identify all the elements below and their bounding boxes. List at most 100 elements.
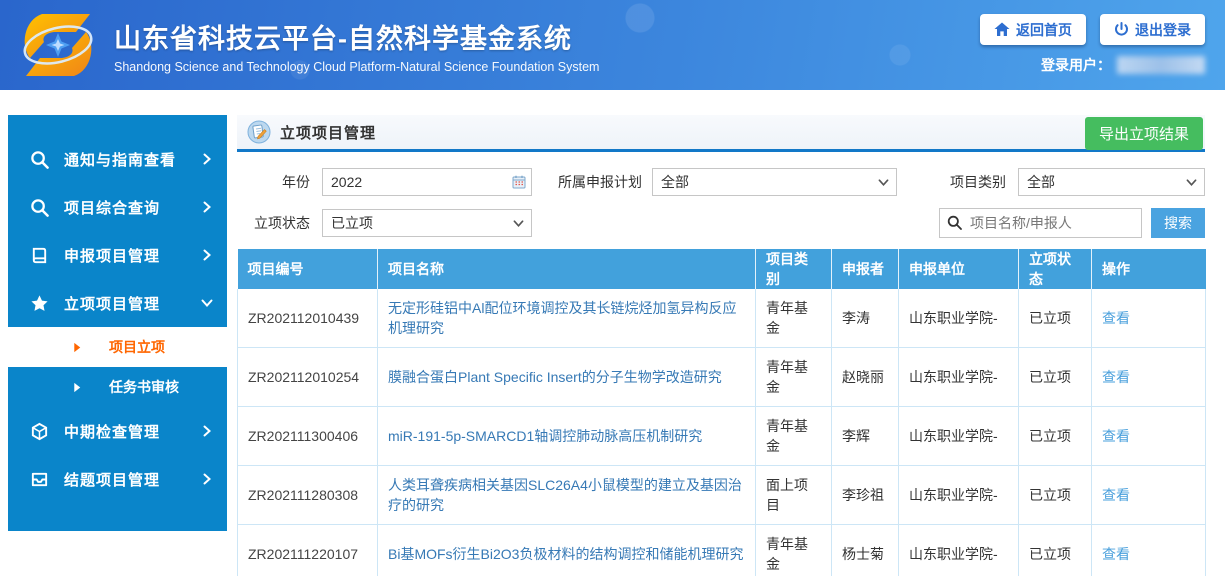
col-header-applicant: 申报者 <box>832 249 899 289</box>
content-header: 立项项目管理 导出立项结果 <box>237 115 1205 152</box>
calendar-icon[interactable] <box>512 175 526 189</box>
home-button[interactable]: 返回首页 <box>980 14 1086 45</box>
project-name-link[interactable]: 人类耳聋疾病相关基因SLC26A4小鼠模型的建立及基因治疗的研究 <box>388 477 742 513</box>
sidebar-subitem-label: 任务书审核 <box>109 377 179 397</box>
col-header-name: 项目名称 <box>378 249 756 289</box>
logout-button-label: 退出登录 <box>1135 20 1191 40</box>
project-name-link[interactable]: 膜融合蛋白Plant Specific Insert的分子生物学改造研究 <box>388 369 722 385</box>
login-user-label: 登录用户： <box>1041 55 1111 75</box>
sidebar-item-label: 结题项目管理 <box>64 469 201 490</box>
project-name-link[interactable]: 无定形硅铝中Al配位环境调控及其长链烷烃加氢异构反应机理研究 <box>388 300 736 336</box>
cell-project-code: ZR202111280308 <box>238 466 378 525</box>
logout-button[interactable]: 退出登录 <box>1100 14 1205 45</box>
chevron-right-icon <box>201 425 213 437</box>
cell-category: 面上项目 <box>756 466 832 525</box>
col-header-action: 操作 <box>1092 249 1206 289</box>
cell-status: 已立项 <box>1019 289 1092 348</box>
sidebar-item-declared-projects[interactable]: 申报项目管理 <box>8 231 227 279</box>
cell-status: 已立项 <box>1019 407 1092 466</box>
app-title: 山东省科技云平台-自然科学基金系统 <box>114 17 599 56</box>
app-subtitle: Shandong Science and Technology Cloud Pl… <box>114 60 599 74</box>
category-label: 项目类别 <box>946 172 1018 192</box>
year-input[interactable] <box>322 168 532 196</box>
search-icon <box>947 215 962 230</box>
view-link[interactable]: 查看 <box>1102 487 1130 503</box>
sidebar-item-project-query[interactable]: 项目综合查询 <box>8 183 227 231</box>
cell-unit: 山东职业学院- <box>899 289 1019 348</box>
category-select[interactable]: 全部 <box>1018 168 1205 196</box>
chevron-right-icon <box>201 153 213 165</box>
chevron-down-icon <box>201 297 213 309</box>
year-label: 年份 <box>237 172 322 192</box>
table-row: ZR202111280308 人类耳聋疾病相关基因SLC26A4小鼠模型的建立及… <box>238 466 1206 525</box>
col-header-category: 项目类别 <box>756 249 832 289</box>
sidebar-item-label: 通知与指南查看 <box>64 149 201 170</box>
home-icon <box>994 22 1010 37</box>
sidebar-item-midterm-check[interactable]: 中期检查管理 <box>8 407 227 455</box>
table-row: ZR202112010254 膜融合蛋白Plant Specific Inser… <box>238 348 1206 407</box>
cell-category: 青年基金 <box>756 407 832 466</box>
plan-label: 所属申报计划 <box>540 172 652 192</box>
table-row: ZR202111220107 Bi基MOFs衍生Bi2O3负极材料的结构调控和储… <box>238 525 1206 576</box>
cell-unit: 山东职业学院- <box>899 407 1019 466</box>
status-select[interactable]: 已立项 <box>322 209 532 237</box>
document-pencil-icon <box>247 120 271 144</box>
status-select-control[interactable]: 已立项 <box>322 209 532 237</box>
login-user-name-blurred <box>1117 56 1205 74</box>
cell-category: 青年基金 <box>756 525 832 576</box>
sidebar-subitem-label: 项目立项 <box>109 337 165 357</box>
project-name-link[interactable]: miR-191-5p-SMARCD1轴调控肺动脉高压机制研究 <box>388 428 702 444</box>
cell-category: 青年基金 <box>756 289 832 348</box>
cell-category: 青年基金 <box>756 348 832 407</box>
book-icon <box>30 246 49 265</box>
search-input[interactable] <box>939 208 1142 238</box>
cell-project-code: ZR202112010254 <box>238 348 378 407</box>
cell-applicant: 李辉 <box>832 407 899 466</box>
cube-icon <box>30 422 49 441</box>
sidebar-subitem-project-approval[interactable]: 项目立项 <box>8 327 227 367</box>
platform-logo-icon <box>12 6 104 84</box>
plan-select-control[interactable]: 全部 <box>652 168 897 196</box>
power-icon <box>1114 22 1129 37</box>
table-row: ZR202111300406 miR-191-5p-SMARCD1轴调控肺动脉高… <box>238 407 1206 466</box>
plan-select[interactable]: 全部 <box>652 168 897 196</box>
view-link[interactable]: 查看 <box>1102 546 1130 562</box>
view-link[interactable]: 查看 <box>1102 428 1130 444</box>
sidebar-item-label: 项目综合查询 <box>64 197 201 218</box>
cell-applicant: 杨士菊 <box>832 525 899 576</box>
cell-applicant: 赵晓丽 <box>832 348 899 407</box>
sidebar-item-label: 立项项目管理 <box>64 293 201 314</box>
cell-applicant: 李珍祖 <box>832 466 899 525</box>
star-icon <box>30 294 49 313</box>
sidebar-item-label: 申报项目管理 <box>64 245 201 266</box>
search-button[interactable]: 搜索 <box>1151 208 1205 238</box>
project-name-link[interactable]: Bi基MOFs衍生Bi2O3负极材料的结构调控和储能机理研究 <box>388 546 743 562</box>
arrow-right-icon <box>72 382 83 393</box>
inbox-icon <box>30 470 49 489</box>
view-link[interactable]: 查看 <box>1102 310 1130 326</box>
page-title-text: 立项项目管理 <box>280 122 376 143</box>
export-results-button[interactable]: 导出立项结果 <box>1085 117 1203 150</box>
cell-project-code: ZR202111220107 <box>238 525 378 576</box>
cell-unit: 山东职业学院- <box>899 348 1019 407</box>
search-icon <box>30 198 49 217</box>
sidebar-item-notices[interactable]: 通知与指南查看 <box>8 135 227 183</box>
cell-status: 已立项 <box>1019 525 1092 576</box>
chevron-right-icon <box>201 249 213 261</box>
cell-project-code: ZR202112010439 <box>238 289 378 348</box>
sidebar-subitem-task-review[interactable]: 任务书审核 <box>8 367 227 407</box>
cell-status: 已立项 <box>1019 348 1092 407</box>
search-icon <box>30 150 49 169</box>
table-header-row: 项目编号 项目名称 项目类别 申报者 申报单位 立项状态 操作 <box>238 249 1206 289</box>
sidebar-item-completed-projects[interactable]: 结题项目管理 <box>8 455 227 503</box>
sidebar-item-approved-projects[interactable]: 立项项目管理 <box>8 279 227 327</box>
chevron-right-icon <box>201 473 213 485</box>
view-link[interactable]: 查看 <box>1102 369 1130 385</box>
sidebar: 通知与指南查看 项目综合查询 申报项目管理 <box>8 115 227 531</box>
category-select-control[interactable]: 全部 <box>1018 168 1205 196</box>
arrow-right-icon <box>72 342 83 353</box>
col-header-status: 立项状态 <box>1019 249 1092 289</box>
top-banner: 山东省科技云平台-自然科学基金系统 Shandong Science and T… <box>0 0 1225 90</box>
cell-applicant: 李涛 <box>832 289 899 348</box>
home-button-label: 返回首页 <box>1016 20 1072 40</box>
